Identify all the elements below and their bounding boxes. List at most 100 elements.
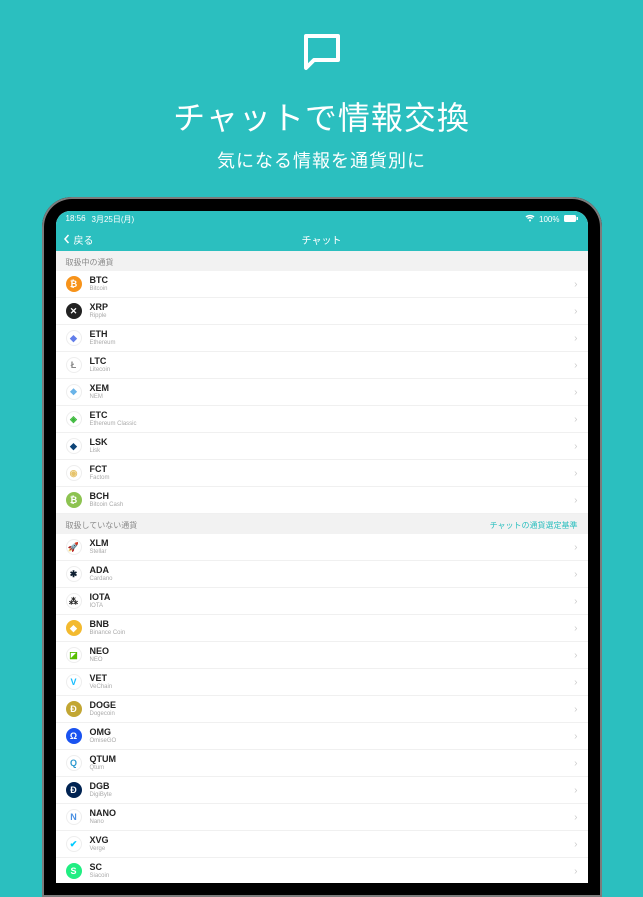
coin-info: BTCBitcoin	[90, 276, 567, 292]
coin-symbol: NANO	[90, 809, 567, 819]
coin-row[interactable]: ◆BNBBinance Coin›	[56, 615, 588, 642]
wifi-icon	[525, 214, 535, 224]
coin-row[interactable]: ₿BCHBitcoin Cash›	[56, 487, 588, 514]
coin-row[interactable]: ✱ADACardano›	[56, 561, 588, 588]
coin-name: Stellar	[90, 549, 567, 556]
nav-bar: 戻る チャット	[56, 227, 588, 251]
promo-header: チャットで情報交換 気になる情報を通貨別に	[173, 0, 470, 193]
battery-icon	[564, 215, 578, 224]
chevron-right-icon: ›	[574, 758, 577, 769]
coin-info: NANONano	[90, 809, 567, 825]
coin-info: FCTFactom	[90, 465, 567, 481]
coin-icon: Ð	[66, 782, 82, 798]
chat-icon	[298, 28, 346, 81]
coin-icon: ◈	[66, 411, 82, 427]
coin-info: XEMNEM	[90, 384, 567, 400]
coin-row[interactable]: ◆ETHEthereum›	[56, 325, 588, 352]
coin-row[interactable]: ◈ETCEthereum Classic›	[56, 406, 588, 433]
coin-info: OMGOmiseGO	[90, 728, 567, 744]
coin-info: SCSiacoin	[90, 863, 567, 879]
coin-name: Bitcoin Cash	[90, 502, 567, 509]
back-button[interactable]: 戻る	[56, 232, 94, 247]
coin-name: NEM	[90, 394, 567, 401]
coin-row[interactable]: ✔XVGVerge›	[56, 831, 588, 858]
coin-info: VETVeChain	[90, 674, 567, 690]
coin-info: ADACardano	[90, 566, 567, 582]
status-time: 18:56	[66, 214, 86, 225]
coin-info: BCHBitcoin Cash	[90, 492, 567, 508]
coin-info: QTUMQtum	[90, 755, 567, 771]
coin-row[interactable]: ◪NEONEO›	[56, 642, 588, 669]
coin-icon: V	[66, 674, 82, 690]
nav-title: チャット	[302, 232, 342, 247]
section-header: 取扱していない通貨チャットの通貨選定基準	[56, 514, 588, 534]
coin-row[interactable]: ⁂IOTAIOTA›	[56, 588, 588, 615]
coin-row[interactable]: ÐDOGEDogecoin›	[56, 696, 588, 723]
coin-info: XLMStellar	[90, 539, 567, 555]
coin-symbol: DOGE	[90, 701, 567, 711]
coin-icon: Ω	[66, 728, 82, 744]
coin-name: Nano	[90, 819, 567, 826]
coin-symbol: OMG	[90, 728, 567, 738]
coin-row[interactable]: ✕XRPRipple›	[56, 298, 588, 325]
coin-symbol: XVG	[90, 836, 567, 846]
coin-row[interactable]: ◉FCTFactom›	[56, 460, 588, 487]
coin-icon: ₿	[66, 492, 82, 508]
coin-info: IOTAIOTA	[90, 593, 567, 609]
coin-symbol: BNB	[90, 620, 567, 630]
coin-icon: ❖	[66, 384, 82, 400]
coin-row[interactable]: NNANONano›	[56, 804, 588, 831]
coin-symbol: DGB	[90, 782, 567, 792]
coin-row[interactable]: ΩOMGOmiseGO›	[56, 723, 588, 750]
coin-name: Binance Coin	[90, 630, 567, 637]
coin-info: LTCLitecoin	[90, 357, 567, 373]
coin-name: Dogecoin	[90, 711, 567, 718]
coin-name: OmiseGO	[90, 738, 567, 745]
chevron-right-icon: ›	[574, 596, 577, 607]
chevron-right-icon: ›	[574, 569, 577, 580]
coin-symbol: XLM	[90, 539, 567, 549]
back-label: 戻る	[74, 232, 94, 247]
status-bar: 18:56 3月25日(月) 100%	[56, 211, 588, 227]
coin-row[interactable]: VVETVeChain›	[56, 669, 588, 696]
coin-row[interactable]: S SCSiacoin ›	[56, 858, 588, 883]
coin-info: NEONEO	[90, 647, 567, 663]
chevron-right-icon: ›	[574, 839, 577, 850]
promo-subtitle: 気になる情報を通貨別に	[217, 147, 426, 173]
coin-icon: S	[66, 863, 82, 879]
coin-symbol: NEO	[90, 647, 567, 657]
coin-symbol: LTC	[90, 357, 567, 367]
coin-row[interactable]: ÐDGBDigiByte›	[56, 777, 588, 804]
coin-row[interactable]: QQTUMQtum›	[56, 750, 588, 777]
chevron-right-icon: ›	[574, 306, 577, 317]
coin-icon: ◪	[66, 647, 82, 663]
section-header: 取扱中の通貨	[56, 251, 588, 271]
chevron-right-icon: ›	[574, 279, 577, 290]
coin-symbol: BCH	[90, 492, 567, 502]
coin-row[interactable]: ŁLTCLitecoin›	[56, 352, 588, 379]
chevron-right-icon: ›	[574, 866, 577, 877]
coin-name: Ripple	[90, 313, 567, 320]
section-header-link[interactable]: チャットの通貨選定基準	[490, 520, 578, 531]
coin-info: DOGEDogecoin	[90, 701, 567, 717]
chevron-right-icon: ›	[574, 441, 577, 452]
coin-symbol: VET	[90, 674, 567, 684]
coin-name: NEO	[90, 657, 567, 664]
coin-info: ETHEthereum	[90, 330, 567, 346]
coin-row[interactable]: ❖ XEMNEM ›	[56, 379, 588, 406]
coin-name: Bitcoin	[90, 286, 567, 293]
coin-name: Cardano	[90, 576, 567, 583]
coin-row[interactable]: 🚀XLMStellar›	[56, 534, 588, 561]
chat-list[interactable]: 取扱中の通貨₿BTCBitcoin›✕XRPRipple›◆ETHEthereu…	[56, 251, 588, 883]
chevron-right-icon: ›	[574, 387, 577, 398]
coin-icon: ◆	[66, 330, 82, 346]
tablet-frame: 18:56 3月25日(月) 100% 戻る チャット 取扱中の通貨 ₿ BTCBi…	[42, 197, 602, 897]
coin-icon: ✕	[66, 303, 82, 319]
coin-icon: ◆	[66, 620, 82, 636]
coin-name: Factom	[90, 475, 567, 482]
coin-row[interactable]: ◆LSKLisk›	[56, 433, 588, 460]
coin-info: DGBDigiByte	[90, 782, 567, 798]
coin-icon: ◉	[66, 465, 82, 481]
coin-icon: ◆	[66, 438, 82, 454]
coin-row[interactable]: ₿BTCBitcoin›	[56, 271, 588, 298]
